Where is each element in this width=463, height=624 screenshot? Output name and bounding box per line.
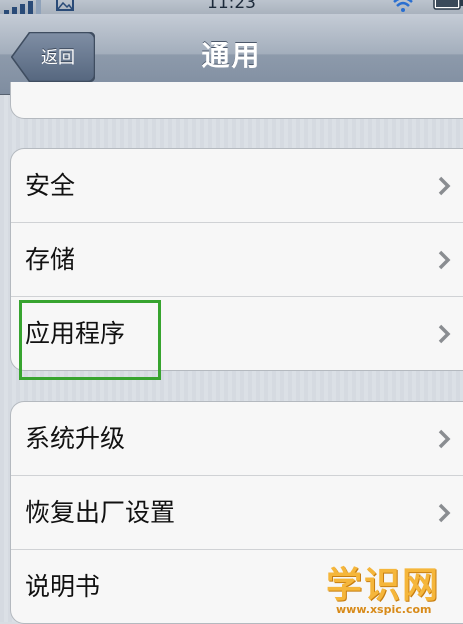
page-title: 通用: [201, 39, 262, 72]
watermark-logo: 学识网 www.xspic.com: [326, 565, 463, 622]
list-item-label: 说明书: [25, 572, 101, 601]
highlight-annotation-box: [19, 300, 161, 380]
wifi-icon: [393, 0, 413, 12]
list-item-label: 存储: [25, 245, 76, 274]
status-bar: 11:23: [0, 0, 463, 14]
watermark-text: 学识网: [326, 565, 441, 606]
chevron-right-icon: [438, 176, 451, 196]
chevron-right-icon: [438, 503, 451, 523]
battery-icon: [433, 0, 463, 10]
list-item-system-update[interactable]: 系统升级: [11, 402, 463, 476]
list-item-security[interactable]: 安全: [11, 149, 463, 223]
list-item-label: 恢复出厂设置: [25, 498, 176, 527]
chevron-right-icon: [438, 250, 451, 270]
list-item-factory-reset[interactable]: 恢复出厂设置: [11, 476, 463, 550]
settings-group-previous: [10, 82, 463, 119]
chevron-right-icon: [438, 324, 451, 344]
chevron-right-icon: [438, 429, 451, 449]
watermark-url: www.xspic.com: [336, 603, 432, 616]
list-item-label: 安全: [25, 171, 76, 200]
list-item-storage[interactable]: 存储: [11, 223, 463, 297]
list-item-label: 系统升级: [25, 424, 126, 453]
